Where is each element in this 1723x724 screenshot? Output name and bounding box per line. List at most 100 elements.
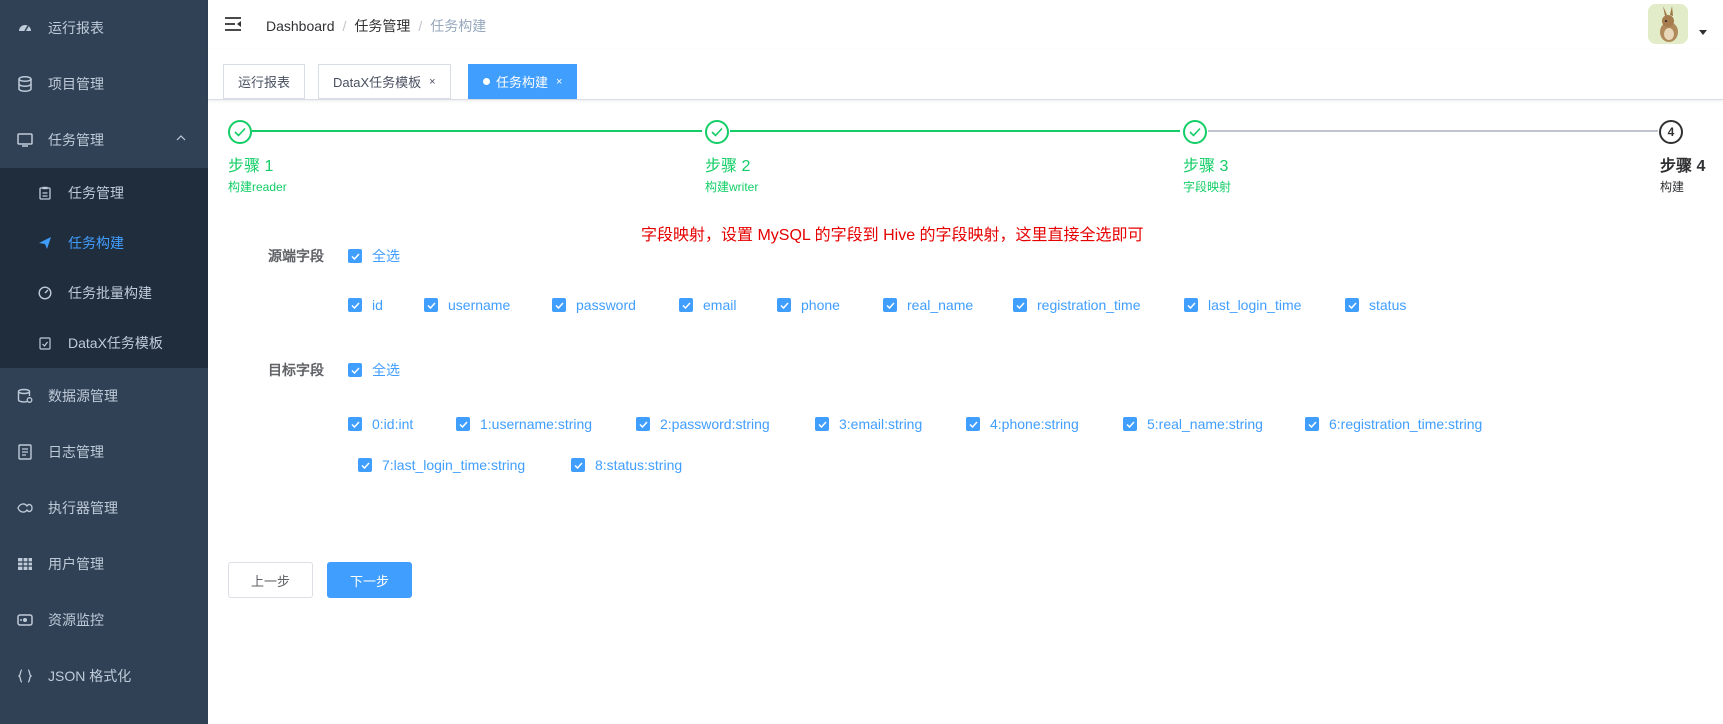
source-field-checkbox[interactable]: phone	[777, 297, 840, 313]
step-2-title: 步骤 2	[705, 158, 751, 175]
checkbox-checked-icon	[424, 298, 438, 312]
target-select-all-checkbox[interactable]: 全选	[348, 360, 400, 380]
step-4-number: 4	[1659, 120, 1683, 144]
breadcrumb-item-task-management[interactable]: 任务管理	[354, 18, 410, 34]
target-field-checkbox[interactable]: 8:status:string	[571, 457, 682, 473]
send-icon	[38, 236, 52, 250]
tag-dashboard[interactable]: 运行报表	[223, 64, 306, 99]
next-step-button[interactable]: 下一步	[327, 562, 412, 598]
source-field-checkbox[interactable]: status	[1345, 297, 1406, 313]
sidebar-item-label: 用户管理	[48, 556, 104, 572]
checkbox-label: 1:username:string	[480, 416, 593, 432]
checkbox-checked-icon	[815, 417, 829, 431]
checkbox-label: registration_time	[1037, 297, 1141, 313]
checkbox-label: password	[576, 297, 636, 313]
source-fields-label: 源端字段	[268, 248, 324, 264]
step-1-title: 步骤 1	[228, 158, 274, 175]
checkbox-checked-icon	[1305, 417, 1319, 431]
step-connector	[1208, 130, 1658, 132]
target-field-checkbox[interactable]: 5:real_name:string	[1123, 416, 1263, 432]
breadcrumb-separator: /	[418, 18, 423, 34]
breadcrumb-item-dashboard[interactable]: Dashboard	[266, 18, 335, 34]
tag-label: DataX任务模板	[333, 75, 422, 90]
checkbox-checked-icon	[636, 417, 650, 431]
checkbox-label: 3:email:string	[839, 416, 923, 432]
source-field-checkbox[interactable]: email	[679, 297, 736, 313]
avatar[interactable]	[1648, 4, 1688, 44]
checkbox-label: 2:password:string	[660, 416, 770, 432]
submenu-item-datax-template[interactable]: DataX任务模板	[0, 318, 208, 368]
checkbox-checked-icon	[883, 298, 897, 312]
source-field-checkbox[interactable]: real_name	[883, 297, 973, 313]
checkbox-label: username	[448, 297, 511, 313]
target-field-checkbox[interactable]: 2:password:string	[636, 416, 770, 432]
sidebar-item-projects[interactable]: 项目管理	[0, 56, 208, 112]
breadcrumb: Dashboard / 任务管理 / 任务构建	[266, 16, 486, 36]
submenu-item-task-list[interactable]: 任务管理	[0, 168, 208, 218]
target-field-checkbox[interactable]: 3:email:string	[815, 416, 922, 432]
sidebar-item-label: 项目管理	[48, 76, 104, 92]
sidebar-item-label: 运行报表	[48, 20, 104, 36]
checkbox-label: last_login_time	[1208, 297, 1302, 313]
checkbox-label: 5:real_name:string	[1147, 416, 1263, 432]
annotation-text: 字段映射，设置 MySQL 的字段到 Hive 的字段映射，这里直接全选即可	[641, 227, 1144, 244]
tags-view: 运行报表 DataX任务模板 × 任务构建 ×	[208, 50, 1723, 100]
step-1-check-icon	[228, 120, 252, 144]
tag-datax-template[interactable]: DataX任务模板 ×	[318, 64, 451, 99]
sidebar-item-label: 资源监控	[48, 612, 104, 628]
checkbox-label: 4:phone:string	[990, 416, 1079, 432]
hamburger-icon[interactable]	[224, 15, 242, 33]
step-connector	[730, 130, 1180, 132]
sidebar: 运行报表 项目管理 任务管理 任务管理 任务构建 任务批量构建 DataX任务模…	[0, 0, 208, 724]
step-4-title: 步骤 4	[1660, 158, 1706, 175]
template-icon	[38, 336, 52, 350]
checkbox-checked-icon	[348, 417, 362, 431]
sidebar-item-datasource[interactable]: 数据源管理	[0, 368, 208, 424]
checkbox-label: phone	[801, 297, 840, 313]
target-field-checkbox[interactable]: 6:registration_time:string	[1305, 416, 1482, 432]
target-field-checkbox[interactable]: 1:username:string	[456, 416, 592, 432]
sidebar-item-label: 任务管理	[48, 132, 104, 148]
checkbox-checked-icon	[348, 363, 362, 377]
close-icon[interactable]: ×	[429, 76, 435, 88]
target-field-checkbox[interactable]: 0:id:int	[348, 416, 413, 432]
sidebar-item-json-format[interactable]: JSON 格式化	[0, 648, 208, 704]
source-field-checkbox[interactable]: username	[424, 297, 510, 313]
sidebar-item-executors[interactable]: 执行器管理	[0, 480, 208, 536]
source-select-all-checkbox[interactable]: 全选	[348, 246, 400, 266]
datasource-icon	[17, 388, 33, 404]
checkbox-checked-icon	[571, 458, 585, 472]
sidebar-item-task-management[interactable]: 任务管理	[0, 112, 208, 168]
sidebar-item-dashboard[interactable]: 运行报表	[0, 0, 208, 56]
checkbox-checked-icon	[966, 417, 980, 431]
sidebar-item-logs[interactable]: 日志管理	[0, 424, 208, 480]
source-field-checkbox[interactable]: password	[552, 297, 636, 313]
monitor-icon	[17, 132, 33, 148]
checkbox-label: status	[1369, 297, 1407, 313]
step-1-desc: 构建reader	[228, 180, 287, 194]
checkbox-label: 0:id:int	[372, 416, 414, 432]
sidebar-item-resource-monitor[interactable]: 资源监控	[0, 592, 208, 648]
target-field-checkbox[interactable]: 7:last_login_time:string	[358, 457, 525, 473]
source-field-checkbox[interactable]: id	[348, 297, 383, 313]
tag-task-build[interactable]: 任务构建 ×	[468, 64, 578, 99]
target-field-checkbox[interactable]: 4:phone:string	[966, 416, 1079, 432]
submenu-task-management: 任务管理 任务构建 任务批量构建 DataX任务模板	[0, 168, 208, 368]
previous-step-button[interactable]: 上一步	[228, 562, 313, 598]
checkbox-checked-icon	[1345, 298, 1359, 312]
submenu-item-label: DataX任务模板	[68, 335, 163, 351]
checkbox-label: 全选	[372, 248, 400, 264]
source-field-checkbox[interactable]: registration_time	[1013, 297, 1141, 313]
submenu-item-task-build[interactable]: 任务构建	[0, 218, 208, 268]
checkbox-checked-icon	[1013, 298, 1027, 312]
dashboard-icon	[17, 20, 33, 36]
checkbox-label: 全选	[372, 362, 400, 378]
source-field-checkbox[interactable]: last_login_time	[1184, 297, 1301, 313]
submenu-item-batch-build[interactable]: 任务批量构建	[0, 268, 208, 318]
sidebar-item-users[interactable]: 用户管理	[0, 536, 208, 592]
sidebar-item-label: 执行器管理	[48, 500, 118, 516]
step-connector	[252, 130, 702, 132]
caret-down-icon[interactable]	[1699, 30, 1707, 35]
checkbox-checked-icon	[456, 417, 470, 431]
close-icon[interactable]: ×	[556, 76, 562, 88]
